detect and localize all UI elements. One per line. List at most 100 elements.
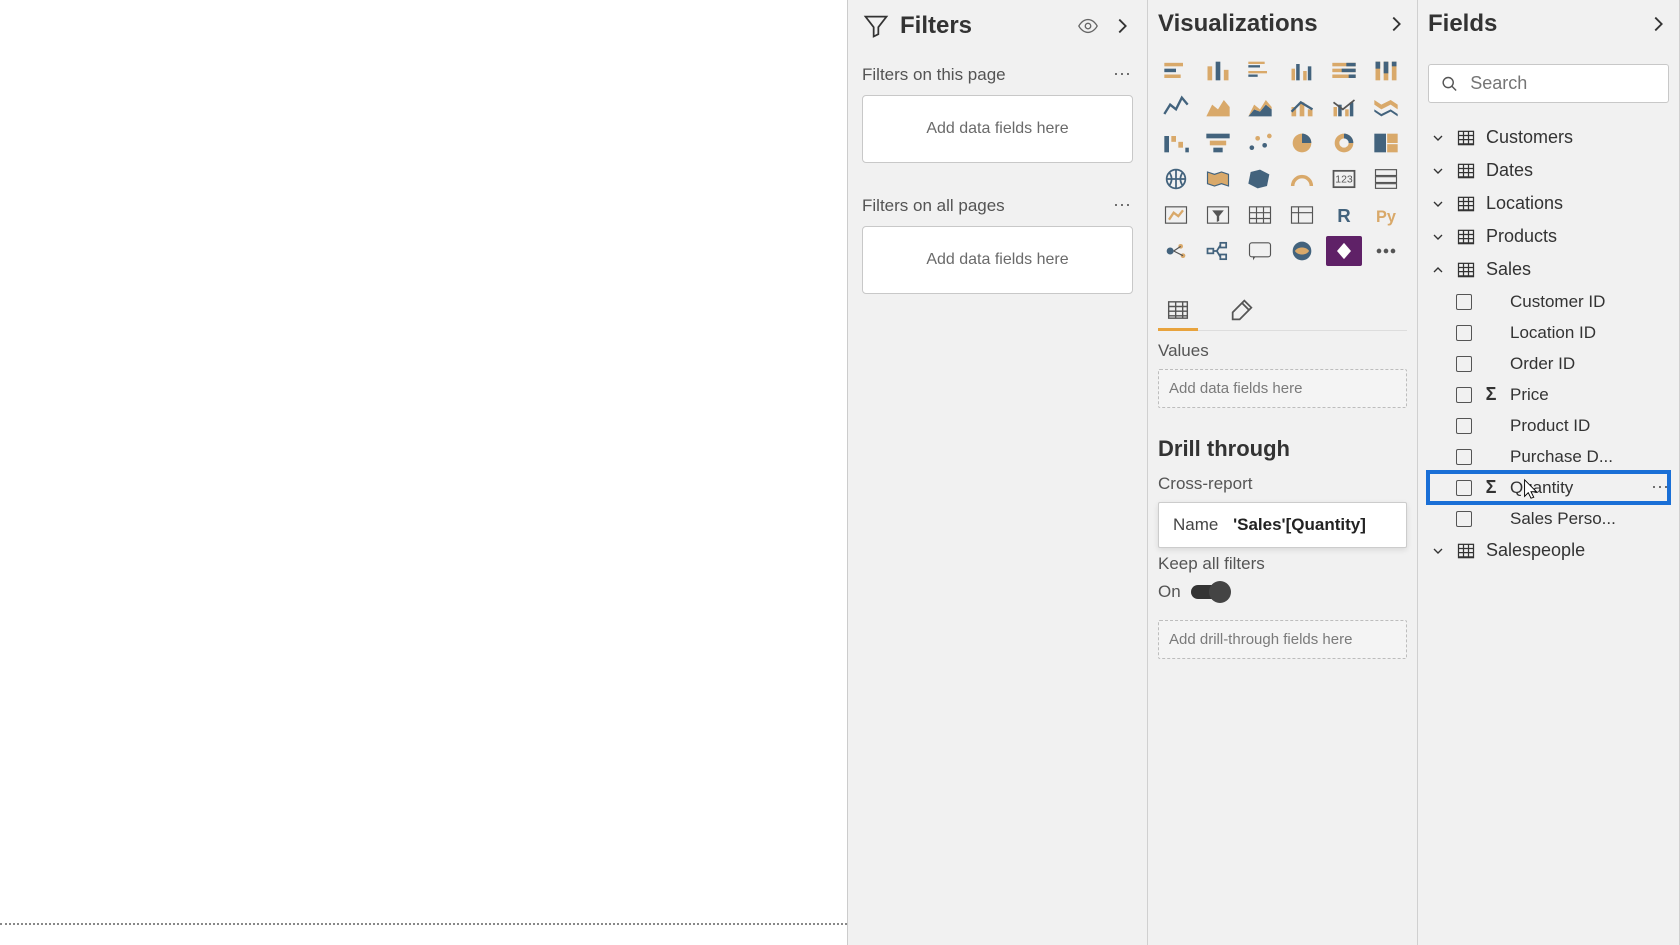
stacked-area-icon[interactable] bbox=[1242, 92, 1278, 122]
filters-page-dropzone[interactable]: Add data fields here bbox=[862, 95, 1133, 163]
keep-filters-toggle[interactable] bbox=[1191, 585, 1229, 599]
filters-panel: Filters Filters on this page ⋯ Add data … bbox=[848, 0, 1148, 945]
map-icon[interactable] bbox=[1158, 164, 1194, 194]
viz-title: Visualizations bbox=[1158, 10, 1385, 38]
kpi-icon[interactable] bbox=[1158, 200, 1194, 230]
collapse-filters-icon[interactable] bbox=[1111, 15, 1133, 37]
power-apps-icon[interactable] bbox=[1326, 236, 1362, 266]
stacked-bar-icon[interactable] bbox=[1158, 56, 1194, 86]
svg-text:123: 123 bbox=[1335, 174, 1353, 186]
r-visual-icon[interactable]: R bbox=[1326, 200, 1362, 230]
format-tab[interactable] bbox=[1222, 290, 1262, 330]
fields-search[interactable] bbox=[1428, 64, 1669, 103]
waterfall-icon[interactable] bbox=[1158, 128, 1194, 158]
field-order-id[interactable]: ΣOrder ID bbox=[1428, 348, 1669, 379]
field-more-icon[interactable]: ⋯ bbox=[1651, 477, 1671, 498]
clustered-column-icon[interactable] bbox=[1284, 56, 1320, 86]
values-dropzone[interactable]: Add data fields here bbox=[1158, 369, 1407, 408]
viz-mode-tabs bbox=[1158, 290, 1407, 331]
table-products[interactable]: Products bbox=[1428, 220, 1669, 253]
shape-map-icon[interactable] bbox=[1242, 164, 1278, 194]
slicer-icon[interactable] bbox=[1200, 200, 1236, 230]
viz-header: Visualizations bbox=[1158, 10, 1407, 38]
drill-through-dropzone[interactable]: Add drill-through fields here bbox=[1158, 620, 1407, 659]
keep-filters-state: On bbox=[1158, 582, 1181, 602]
keep-filters-label: Keep all filters bbox=[1158, 554, 1407, 574]
filled-map-icon[interactable] bbox=[1200, 164, 1236, 194]
fields-panel: Fields CustomersDatesLocationsProductsSa… bbox=[1418, 0, 1680, 945]
visualizations-panel: Visualizations 123 R bbox=[1148, 0, 1418, 945]
filters-all-more-icon[interactable]: ⋯ bbox=[1113, 195, 1133, 216]
donut-icon[interactable] bbox=[1326, 128, 1362, 158]
pie-icon[interactable] bbox=[1284, 128, 1320, 158]
field-price[interactable]: ΣPrice bbox=[1428, 379, 1669, 410]
checkbox-icon[interactable] bbox=[1456, 418, 1472, 434]
field-sales-perso-[interactable]: ΣSales Perso... bbox=[1428, 503, 1669, 534]
stacked-column-icon[interactable] bbox=[1200, 56, 1236, 86]
checkbox-icon[interactable] bbox=[1456, 325, 1472, 341]
multi-row-card-icon[interactable] bbox=[1368, 164, 1404, 194]
values-label: Values bbox=[1158, 341, 1407, 361]
area-chart-icon[interactable] bbox=[1200, 92, 1236, 122]
matrix-icon[interactable] bbox=[1284, 200, 1320, 230]
hundred-stacked-bar-icon[interactable] bbox=[1326, 56, 1362, 86]
field-location-id[interactable]: ΣLocation ID bbox=[1428, 317, 1669, 348]
filter-icon bbox=[862, 12, 890, 40]
viz-gallery: 123 R Py bbox=[1158, 56, 1407, 266]
fields-tab[interactable] bbox=[1158, 290, 1198, 330]
gauge-icon[interactable] bbox=[1284, 164, 1320, 194]
filters-page-label: Filters on this page ⋯ bbox=[862, 64, 1133, 85]
table-sales[interactable]: Sales bbox=[1428, 253, 1669, 286]
svg-text:R: R bbox=[1337, 205, 1351, 226]
more-visuals-icon[interactable] bbox=[1368, 236, 1404, 266]
table-locations[interactable]: Locations bbox=[1428, 187, 1669, 220]
checkbox-icon[interactable] bbox=[1456, 480, 1472, 496]
cross-report-label: Cross-report bbox=[1158, 474, 1407, 494]
fields-title: Fields bbox=[1428, 10, 1647, 38]
field-product-id[interactable]: ΣProduct ID bbox=[1428, 410, 1669, 441]
ribbon-chart-icon[interactable] bbox=[1368, 92, 1404, 122]
treemap-icon[interactable] bbox=[1368, 128, 1404, 158]
decomposition-tree-icon[interactable] bbox=[1200, 236, 1236, 266]
checkbox-icon[interactable] bbox=[1456, 387, 1472, 403]
scatter-icon[interactable] bbox=[1242, 128, 1278, 158]
field-customer-id[interactable]: ΣCustomer ID bbox=[1428, 286, 1669, 317]
line-clustered-column-icon[interactable] bbox=[1326, 92, 1362, 122]
filters-all-label: Filters on all pages ⋯ bbox=[862, 195, 1133, 216]
svg-text:Py: Py bbox=[1376, 208, 1396, 226]
qa-visual-icon[interactable] bbox=[1242, 236, 1278, 266]
report-canvas[interactable] bbox=[0, 0, 848, 945]
eye-icon[interactable] bbox=[1077, 15, 1099, 37]
search-input[interactable] bbox=[1470, 73, 1656, 94]
field-tooltip: Name 'Sales'[Quantity] bbox=[1158, 502, 1407, 548]
checkbox-icon[interactable] bbox=[1456, 294, 1472, 310]
fields-header: Fields bbox=[1428, 10, 1669, 38]
table-icon[interactable] bbox=[1242, 200, 1278, 230]
search-icon bbox=[1441, 74, 1458, 94]
key-influencers-icon[interactable] bbox=[1158, 236, 1194, 266]
field-purchase-d-[interactable]: ΣPurchase D... bbox=[1428, 441, 1669, 472]
checkbox-icon[interactable] bbox=[1456, 511, 1472, 527]
checkbox-icon[interactable] bbox=[1456, 356, 1472, 372]
checkbox-icon[interactable] bbox=[1456, 449, 1472, 465]
line-stacked-column-icon[interactable] bbox=[1284, 92, 1320, 122]
funnel-icon[interactable] bbox=[1200, 128, 1236, 158]
sigma-icon: Σ bbox=[1482, 477, 1500, 498]
table-customers[interactable]: Customers bbox=[1428, 121, 1669, 154]
field-quantity[interactable]: ΣQuantity⋯ bbox=[1428, 472, 1669, 503]
filters-page-more-icon[interactable]: ⋯ bbox=[1113, 64, 1133, 85]
arcgis-icon[interactable] bbox=[1284, 236, 1320, 266]
table-salespeople[interactable]: Salespeople bbox=[1428, 534, 1669, 567]
sigma-icon: Σ bbox=[1482, 384, 1500, 405]
line-chart-icon[interactable] bbox=[1158, 92, 1194, 122]
clustered-bar-icon[interactable] bbox=[1242, 56, 1278, 86]
card-icon[interactable]: 123 bbox=[1326, 164, 1362, 194]
hundred-stacked-column-icon[interactable] bbox=[1368, 56, 1404, 86]
table-dates[interactable]: Dates bbox=[1428, 154, 1669, 187]
python-visual-icon[interactable]: Py bbox=[1368, 200, 1404, 230]
collapse-viz-icon[interactable] bbox=[1385, 13, 1407, 35]
filters-header: Filters bbox=[862, 12, 1133, 40]
canvas-boundary bbox=[0, 923, 847, 925]
filters-all-dropzone[interactable]: Add data fields here bbox=[862, 226, 1133, 294]
collapse-fields-icon[interactable] bbox=[1647, 13, 1669, 35]
